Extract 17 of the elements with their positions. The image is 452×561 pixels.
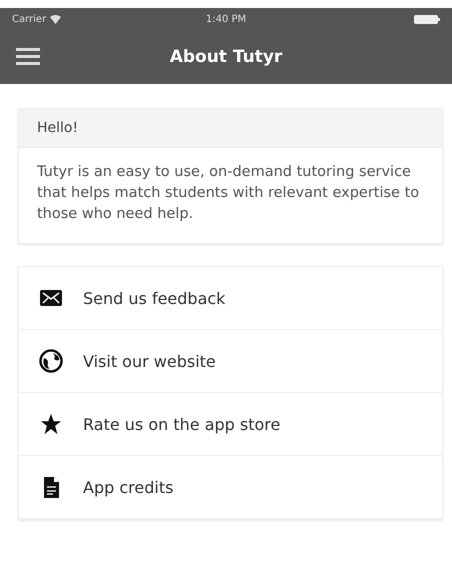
status-time: 1:40 PM — [206, 14, 246, 24]
carrier-label: Carrier — [12, 14, 46, 24]
menu-item[interactable]: Rate us on the app store — [19, 393, 442, 456]
menu-item[interactable]: Visit our website — [19, 330, 442, 393]
menu-button[interactable] — [16, 48, 40, 66]
card-heading: Hello! — [19, 109, 442, 148]
star-icon — [40, 413, 62, 435]
page-title: About Tutyr — [170, 47, 282, 67]
battery-icon — [414, 14, 440, 24]
envelope-icon — [40, 290, 62, 306]
menu-icon — [16, 48, 40, 66]
menu-item[interactable]: Send us feedback — [19, 267, 442, 330]
card-text: Tutyr is an easy to use, on-demand tutoring service that helps match students with relevant expertise to those who need help. — [36, 163, 420, 224]
wifi-icon — [50, 14, 62, 24]
globe-icon — [39, 349, 63, 373]
document-icon — [42, 476, 60, 498]
menu-item[interactable]: App credits — [19, 456, 442, 519]
